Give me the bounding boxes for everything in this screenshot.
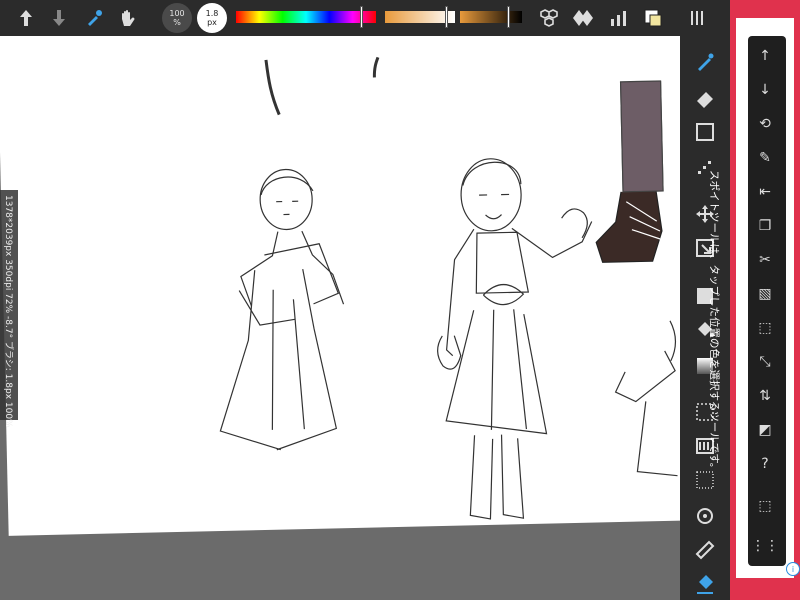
value-slider-knob[interactable]: [507, 6, 510, 28]
hue-slider[interactable]: [236, 6, 376, 28]
ad-import-icon: ⇤: [759, 184, 771, 200]
eraser-icon[interactable]: [693, 86, 717, 110]
ad-down-arrow-icon: ↓: [759, 82, 771, 98]
brush-size-unit: px: [207, 18, 217, 27]
ad-info-icon[interactable]: i: [786, 562, 800, 576]
brush-size-badge[interactable]: 1.8 px: [197, 3, 227, 33]
brush-glyph-icon: [698, 53, 714, 71]
ad-scissors-icon: ✂: [759, 252, 771, 268]
canvas-workspace[interactable]: [0, 36, 730, 600]
color-swatch-icon[interactable]: [641, 6, 665, 30]
ad-message: スポイトツールは、タップした位置の色を選択するツールです。: [708, 170, 720, 474]
brush-size-value: 1.8: [205, 9, 219, 18]
opacity-value: 100: [169, 9, 185, 18]
canvas-info-text: 1378*2039px 350dpi 72% -8.7° ブラシ: 1.8px …: [3, 195, 13, 428]
opacity-badge[interactable]: 100 %: [162, 3, 192, 33]
ad-arrow-box-icon: ⬚: [758, 498, 772, 514]
bar-chart-icon: [611, 11, 626, 26]
ad-flip-icon: ⇅: [759, 388, 771, 404]
eyedropper-icon[interactable]: [82, 6, 106, 30]
redo-arrow-icon: [53, 10, 65, 26]
rectangle-icon[interactable]: [693, 120, 717, 144]
eyedropper-glyph-icon: [88, 10, 102, 26]
chart-icon[interactable]: [607, 6, 631, 30]
hamburger-icon: [691, 11, 703, 25]
right-toolbar: [680, 36, 730, 600]
opacity-unit: %: [173, 18, 181, 27]
menu-icon[interactable]: [684, 6, 710, 30]
paint-app: 100 % 1.8 px 1378*2039px 350dpi 72% -8.7…: [0, 0, 800, 600]
undo-arrow-icon: [20, 10, 32, 26]
ad-up-arrow-icon: ↑: [759, 48, 771, 64]
sketch-drawing: [219, 56, 678, 520]
materials-icon[interactable]: [571, 6, 595, 30]
eraser-glyph-icon: [697, 92, 713, 108]
brush-icon[interactable]: [693, 50, 717, 74]
ad-selection-icon: ⬚: [758, 320, 772, 336]
undo-icon[interactable]: [14, 6, 38, 30]
value-slider[interactable]: [460, 6, 522, 28]
drawing-canvas[interactable]: [0, 36, 699, 536]
ad-slash-icon: ▧: [758, 286, 772, 302]
ad-lasso-icon: ⟲: [759, 116, 771, 132]
color-swatch-glyph-icon: [644, 9, 662, 27]
saturation-slider-knob[interactable]: [445, 6, 448, 28]
diamond-icon: [573, 10, 593, 26]
top-toolbar: 100 % 1.8 px: [0, 0, 730, 36]
ad-eyedropper-icon: ✎: [759, 150, 771, 166]
ad-top-strip: [730, 0, 800, 18]
honeycomb-icon: [540, 9, 558, 27]
rectangle-glyph-icon: [696, 123, 714, 141]
redo-icon[interactable]: [47, 6, 71, 30]
ad-copy-icon: ❐: [758, 218, 772, 234]
ad-help-icon: ?: [761, 456, 769, 472]
ad-grid-icon: ⋮⋮: [751, 538, 779, 554]
hand-icon[interactable]: [116, 6, 140, 30]
layers-icon[interactable]: [537, 6, 561, 30]
hand-glyph-icon: [122, 10, 135, 26]
hue-slider-knob[interactable]: [360, 6, 363, 28]
ad-fill-icon: ◩: [758, 422, 772, 438]
ad-transform-icon: ⤡: [759, 354, 771, 370]
saturation-slider[interactable]: [385, 6, 455, 28]
